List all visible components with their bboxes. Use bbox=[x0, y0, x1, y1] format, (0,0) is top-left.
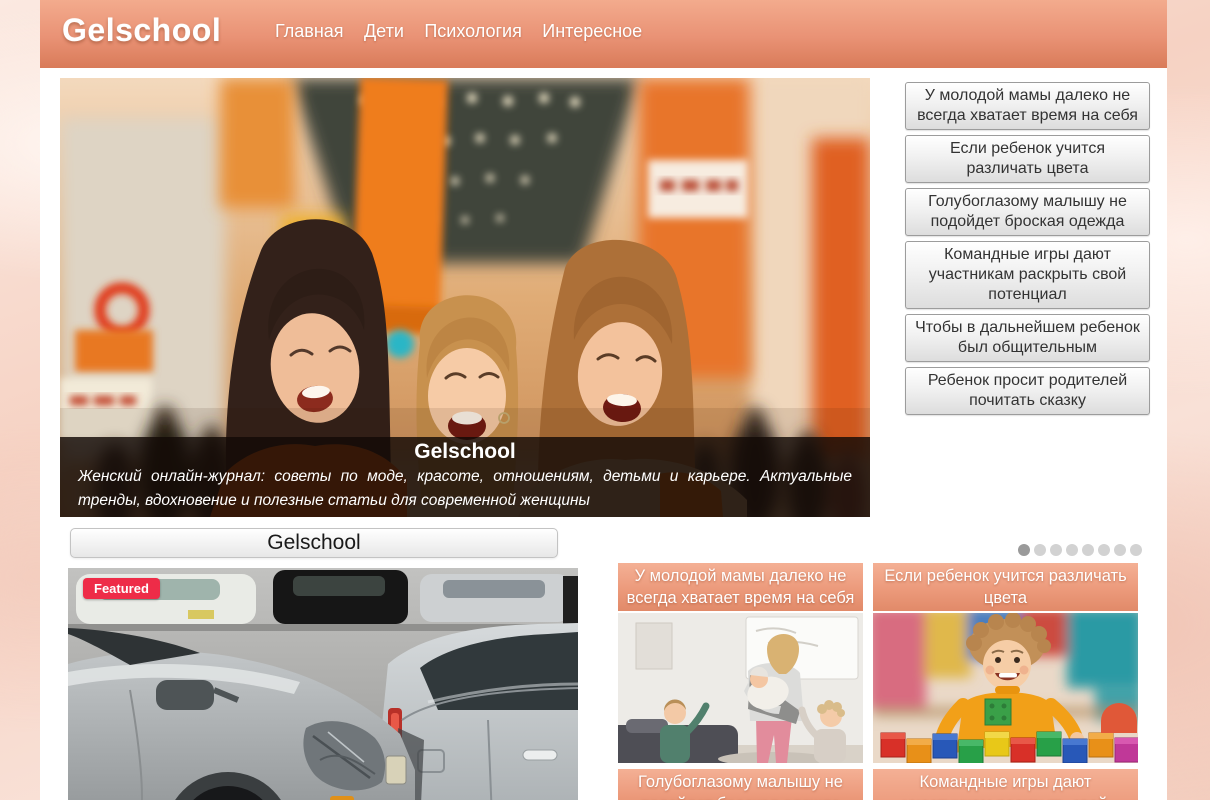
main-nav: Главная Дети Психология Интересное bbox=[275, 21, 658, 42]
site-header: Gelschool Главная Дети Психология Интере… bbox=[40, 0, 1167, 68]
sidebar-item-team-games[interactable]: Командные игры дают участникам раскрыть … bbox=[905, 241, 1150, 309]
featured-badge: Featured bbox=[83, 578, 160, 599]
article-card-colors[interactable]: Если ребенок учится различать цвета bbox=[873, 563, 1138, 800]
nav-item-interesting[interactable]: Интересное bbox=[542, 21, 642, 42]
article-card-title[interactable]: Если ребенок учится различать цвета bbox=[873, 563, 1138, 611]
hero-caption: Gelschool Женский онлайн-журнал: советы … bbox=[60, 437, 870, 517]
article-card-title[interactable]: У молодой мамы далеко не всегда хватает … bbox=[618, 563, 863, 611]
nav-item-children[interactable]: Дети bbox=[364, 21, 404, 42]
pagination-dot[interactable] bbox=[1034, 544, 1046, 556]
pagination-dot[interactable] bbox=[1066, 544, 1078, 556]
section-title-bar[interactable]: Gelschool bbox=[70, 528, 558, 558]
pagination-dot[interactable] bbox=[1082, 544, 1094, 556]
page-container: Gelschool Главная Дети Психология Интере… bbox=[40, 0, 1167, 800]
hero-slider: Gelschool Женский онлайн-журнал: советы … bbox=[60, 78, 870, 517]
pagination-dot[interactable] bbox=[1114, 544, 1126, 556]
nav-item-psychology[interactable]: Психология bbox=[424, 21, 522, 42]
sidebar-item-fairytale[interactable]: Ребенок просит родителей почитать сказку bbox=[905, 367, 1150, 415]
hero-caption-text: Женский онлайн-журнал: советы по моде, к… bbox=[60, 464, 870, 513]
card-image-child-with-blocks bbox=[873, 613, 1138, 763]
hero-caption-title: Gelschool bbox=[60, 440, 870, 464]
article-card-image-link[interactable] bbox=[618, 613, 863, 763]
article-card-title[interactable]: Голубоглазому малышу не подойдет броская… bbox=[618, 769, 863, 800]
article-card-young-mom[interactable]: У молодой мамы далеко не всегда хватает … bbox=[618, 563, 863, 800]
featured-article-card[interactable]: Featured bbox=[68, 568, 578, 800]
pagination-dot[interactable] bbox=[1098, 544, 1110, 556]
sidebar-article-list: У молодой мамы далеко не всегда хватает … bbox=[905, 82, 1150, 420]
pagination-dot[interactable] bbox=[1130, 544, 1142, 556]
sidebar-item-blue-eyed[interactable]: Голубоглазому малышу не подойдет броская… bbox=[905, 188, 1150, 236]
nav-item-home[interactable]: Главная bbox=[275, 21, 344, 42]
article-card-title[interactable]: Командные игры дают участникам раскрыть … bbox=[873, 769, 1138, 800]
card-image-mom-with-kids bbox=[618, 613, 863, 763]
pagination-dot[interactable] bbox=[1050, 544, 1062, 556]
pagination-dot[interactable] bbox=[1018, 544, 1030, 556]
pagination-dots bbox=[1018, 543, 1146, 561]
sidebar-item-colors[interactable]: Если ребенок учится различать цвета bbox=[905, 135, 1150, 183]
sidebar-item-young-mom[interactable]: У молодой мамы далеко не всегда хватает … bbox=[905, 82, 1150, 130]
article-card-image-link[interactable] bbox=[873, 613, 1138, 763]
featured-image-car-crash bbox=[68, 568, 578, 800]
sidebar-item-sociable[interactable]: Чтобы в дальнейшем ребенок был общительн… bbox=[905, 314, 1150, 362]
site-logo[interactable]: Gelschool bbox=[62, 12, 221, 49]
